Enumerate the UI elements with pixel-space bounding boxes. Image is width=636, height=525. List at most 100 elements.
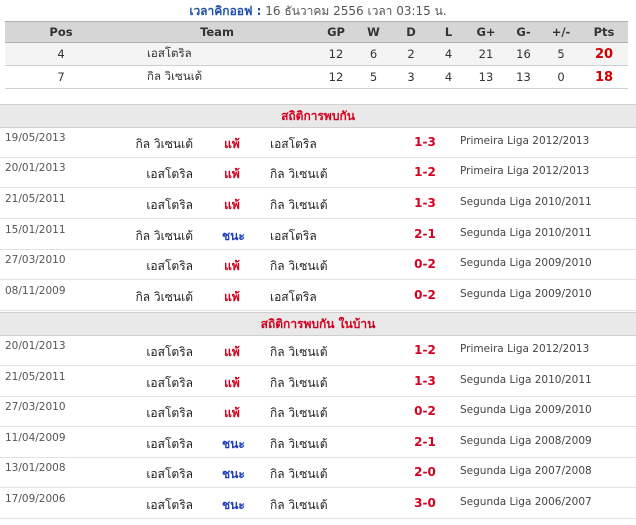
match-score[interactable]: 2-1 — [412, 227, 438, 241]
ga-cell: 16 — [505, 42, 542, 66]
match-score[interactable]: 3-0 — [412, 496, 438, 510]
home-team[interactable]: เอสโตริล — [146, 165, 193, 184]
match-result: แพ้ — [224, 167, 240, 181]
match-row: 20/01/2013 เอสโตริล แพ้ กิล วิเซนเต้ 1-2… — [0, 157, 636, 188]
away-team[interactable]: เอสโตริล — [270, 227, 317, 246]
match-result: แพ้ — [224, 198, 240, 212]
col-d: D — [392, 21, 430, 43]
home-team[interactable]: เอสโตริล — [146, 496, 193, 515]
match-score[interactable]: 1-3 — [412, 135, 438, 149]
match-score[interactable]: 1-3 — [412, 196, 438, 210]
match-date: 08/11/2009 — [5, 285, 66, 297]
match-row: 13/01/2008 เอสโตริล ชนะ กิล วิเซนเต้ 2-0… — [0, 457, 636, 488]
away-team[interactable]: เอสโตริล — [270, 135, 317, 154]
d-cell: 3 — [392, 65, 430, 89]
table-row: 4 เอสโตริล 12 6 2 4 21 16 5 20 — [5, 42, 628, 66]
h2h-home-section-title: สถิติการพบกัน ในบ้าน — [0, 312, 636, 336]
match-row: 15/01/2011 กิล วิเซนเต้ ชนะ เอสโตริล 2-1… — [0, 219, 636, 250]
match-date: 13/01/2008 — [5, 462, 66, 474]
standings-table: Pos Team GP W D L G+ G- +/- Pts 4 เอสโตร… — [5, 21, 628, 89]
w-cell: 5 — [355, 65, 392, 89]
match-date: 21/05/2011 — [5, 193, 66, 205]
match-score[interactable]: 1-2 — [412, 165, 438, 179]
match-row: 11/04/2009 เอสโตริล ชนะ กิล วิเซนเต้ 2-1… — [0, 427, 636, 458]
match-competition: Segunda Liga 2007/2008 — [460, 465, 592, 477]
match-score[interactable]: 2-0 — [412, 465, 438, 479]
col-l: L — [430, 21, 467, 43]
away-team[interactable]: กิล วิเซนเต้ — [270, 496, 328, 515]
away-team[interactable]: กิล วิเซนเต้ — [270, 404, 328, 423]
match-competition: Segunda Liga 2010/2011 — [460, 196, 592, 208]
col-w: W — [355, 21, 392, 43]
match-score[interactable]: 1-2 — [412, 343, 438, 357]
away-team[interactable]: กิล วิเซนเต้ — [270, 257, 328, 276]
away-team[interactable]: กิล วิเซนเต้ — [270, 343, 328, 362]
match-competition: Segunda Liga 2009/2010 — [460, 257, 592, 269]
match-row: 21/05/2011 เอสโตริล แพ้ กิล วิเซนเต้ 1-3… — [0, 366, 636, 397]
col-gf: G+ — [467, 21, 505, 43]
match-competition: Primeira Liga 2012/2013 — [460, 135, 590, 147]
gf-cell: 13 — [467, 65, 505, 89]
match-result: ชนะ — [222, 437, 245, 451]
match-date: 19/05/2013 — [5, 132, 66, 144]
match-date: 20/01/2013 — [5, 162, 66, 174]
pos-cell: 7 — [5, 65, 117, 89]
away-team[interactable]: กิล วิเซนเต้ — [270, 196, 328, 215]
match-score[interactable]: 2-1 — [412, 435, 438, 449]
match-result: ชนะ — [222, 498, 245, 512]
match-row: 27/03/2010 เอสโตริล แพ้ กิล วิเซนเต้ 0-2… — [0, 396, 636, 427]
col-ga: G- — [505, 21, 542, 43]
match-date: 17/09/2006 — [5, 493, 66, 505]
away-team[interactable]: กิล วิเซนเต้ — [270, 435, 328, 454]
match-row: 20/01/2013 เอสโตริล แพ้ กิล วิเซนเต้ 1-2… — [0, 335, 636, 366]
pts-cell: 18 — [580, 65, 628, 89]
match-competition: Segunda Liga 2009/2010 — [460, 288, 592, 300]
col-pos: Pos — [5, 21, 117, 43]
away-team[interactable]: เอสโตริล — [270, 288, 317, 307]
away-team[interactable]: กิล วิเซนเต้ — [270, 165, 328, 184]
away-team[interactable]: กิล วิเซนเต้ — [270, 374, 328, 393]
home-team[interactable]: เอสโตริล — [146, 343, 193, 362]
d-cell: 2 — [392, 42, 430, 66]
home-team[interactable]: เอสโตริล — [146, 435, 193, 454]
match-result: แพ้ — [224, 345, 240, 359]
match-row: 21/05/2011 เอสโตริล แพ้ กิล วิเซนเต้ 1-3… — [0, 188, 636, 219]
match-date: 27/03/2010 — [5, 254, 66, 266]
match-result: แพ้ — [224, 259, 240, 273]
match-score[interactable]: 0-2 — [412, 257, 438, 271]
match-competition: Segunda Liga 2006/2007 — [460, 496, 592, 508]
match-result: ชนะ — [222, 229, 245, 243]
h2h-section-title: สถิติการพบกัน — [0, 104, 636, 128]
home-team[interactable]: กิล วิเซนเต้ — [135, 135, 193, 154]
kickoff-time: เวลาคิกออฟ : 16 ธันวาคม 2556 เวลา 03:15 … — [0, 0, 636, 22]
home-team[interactable]: เอสโตริล — [146, 404, 193, 423]
home-team[interactable]: กิล วิเซนเต้ — [135, 227, 193, 246]
home-team[interactable]: เอสโตริล — [146, 257, 193, 276]
match-result: ชนะ — [222, 467, 245, 481]
match-score[interactable]: 1-3 — [412, 374, 438, 388]
kickoff-value: 16 ธันวาคม 2556 เวลา 03:15 น. — [265, 4, 447, 18]
standings-header-row: Pos Team GP W D L G+ G- +/- Pts — [5, 21, 628, 43]
away-team[interactable]: กิล วิเซนเต้ — [270, 465, 328, 484]
col-diff: +/- — [542, 21, 580, 43]
table-row: 7 กิล วิเซนเต้ 12 5 3 4 13 13 0 18 — [5, 65, 628, 89]
match-competition: Primeira Liga 2012/2013 — [460, 343, 590, 355]
match-result: แพ้ — [224, 376, 240, 390]
match-row: 08/11/2009 กิล วิเซนเต้ แพ้ เอสโตริล 0-2… — [0, 280, 636, 311]
match-score[interactable]: 0-2 — [412, 404, 438, 418]
pts-cell: 20 — [580, 42, 628, 66]
home-team[interactable]: เอสโตริล — [146, 374, 193, 393]
home-team[interactable]: เอสโตริล — [146, 465, 193, 484]
l-cell: 4 — [430, 42, 467, 66]
match-date: 15/01/2011 — [5, 224, 66, 236]
team-cell[interactable]: กิล วิเซนเต้ — [117, 65, 317, 89]
gp-cell: 12 — [317, 42, 355, 66]
team-cell[interactable]: เอสโตริล — [117, 42, 317, 66]
gf-cell: 21 — [467, 42, 505, 66]
gp-cell: 12 — [317, 65, 355, 89]
l-cell: 4 — [430, 65, 467, 89]
match-score[interactable]: 0-2 — [412, 288, 438, 302]
diff-cell: 5 — [542, 42, 580, 66]
home-team[interactable]: กิล วิเซนเต้ — [135, 288, 193, 307]
home-team[interactable]: เอสโตริล — [146, 196, 193, 215]
